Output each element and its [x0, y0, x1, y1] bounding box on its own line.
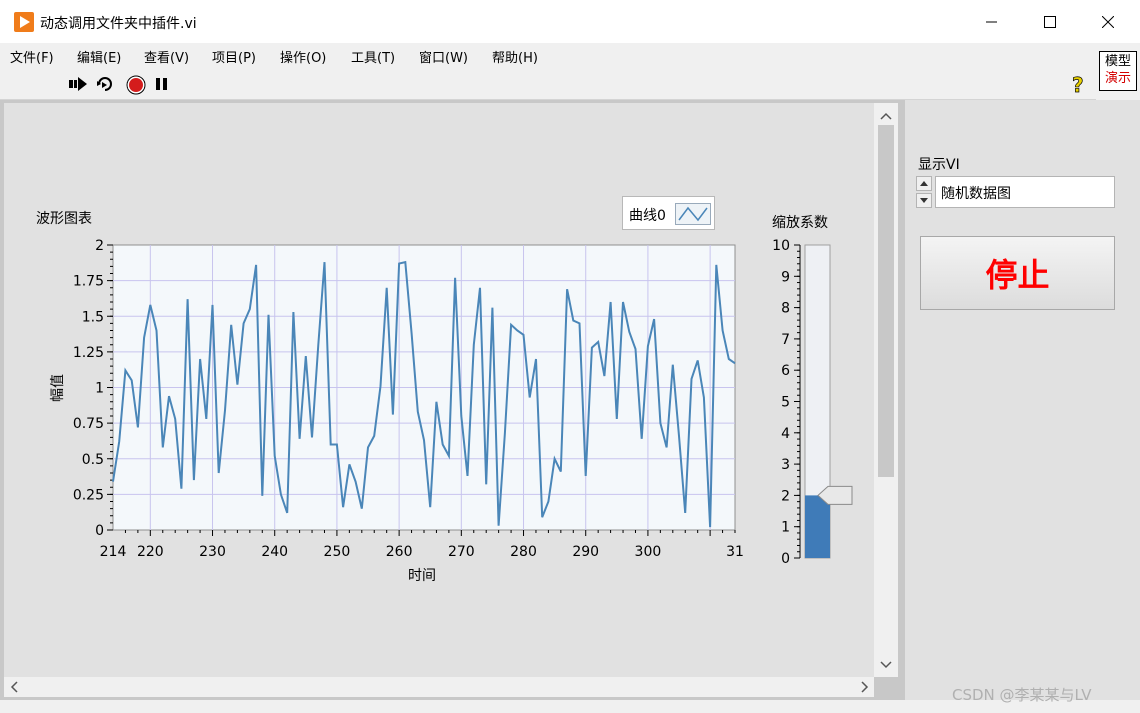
y-tick-label: 1: [95, 381, 104, 397]
ring-value[interactable]: 随机数据图: [935, 176, 1115, 208]
y-tick-label: 0.75: [73, 416, 104, 432]
y-tick-label: 2: [95, 238, 104, 254]
slider-tick-label: 3: [781, 457, 790, 473]
y-tick-label: 1.25: [73, 345, 104, 361]
y-tick-label: 1.75: [73, 274, 104, 290]
x-tick-label: 290: [572, 544, 599, 560]
x-tick-label: 230: [199, 544, 226, 560]
slider-tick-label: 0: [781, 551, 790, 567]
x-tick-label: 31: [726, 544, 744, 560]
x-tick-label: 214: [100, 544, 127, 560]
waveform-chart: 00.250.50.7511.251.51.752214 220 230 240 250…: [50, 238, 853, 584]
ring-increment-button[interactable]: [916, 176, 932, 191]
slider-tick-label: 6: [781, 363, 790, 379]
x-tick-label: 300: [635, 544, 662, 560]
slider-tick-label: 4: [781, 426, 790, 442]
down-triangle-icon: [920, 198, 928, 203]
slider-tick-label: 8: [781, 301, 790, 317]
x-tick-label: 280: [510, 544, 537, 560]
slider-tick-label: 10: [772, 238, 790, 254]
slider-fill: [805, 495, 830, 558]
y-tick-label: 0: [95, 523, 104, 539]
y-tick-label: 1.5: [82, 309, 104, 325]
watermark: CSDN @李某某与LV: [952, 686, 1092, 704]
y-tick-label: 0.25: [73, 487, 104, 503]
ring-decrement-button[interactable]: [916, 193, 932, 208]
x-tick-label: 240: [261, 544, 288, 560]
slider-label: 缩放系数: [772, 215, 828, 231]
x-tick-label: 220: [137, 544, 164, 560]
x-axis-label: 时间: [408, 568, 436, 584]
slider-tick-label: 7: [781, 332, 790, 348]
y-axis-label: 幅值: [50, 374, 66, 402]
ring-label: 显示VI: [918, 157, 960, 173]
x-tick-label: 260: [386, 544, 413, 560]
up-triangle-icon: [920, 181, 928, 186]
x-tick-label: 250: [324, 544, 351, 560]
slider-tick-label: 9: [781, 269, 790, 285]
slider-tick-label: 1: [781, 520, 790, 536]
slider-tick-label: 5: [781, 395, 790, 411]
display-vi-ring[interactable]: 随机数据图: [916, 176, 1115, 208]
slider-tick-label: 2: [781, 488, 790, 504]
x-tick-label: 270: [448, 544, 475, 560]
stop-button[interactable]: 停止: [920, 236, 1115, 310]
y-tick-label: 0.5: [82, 452, 104, 468]
